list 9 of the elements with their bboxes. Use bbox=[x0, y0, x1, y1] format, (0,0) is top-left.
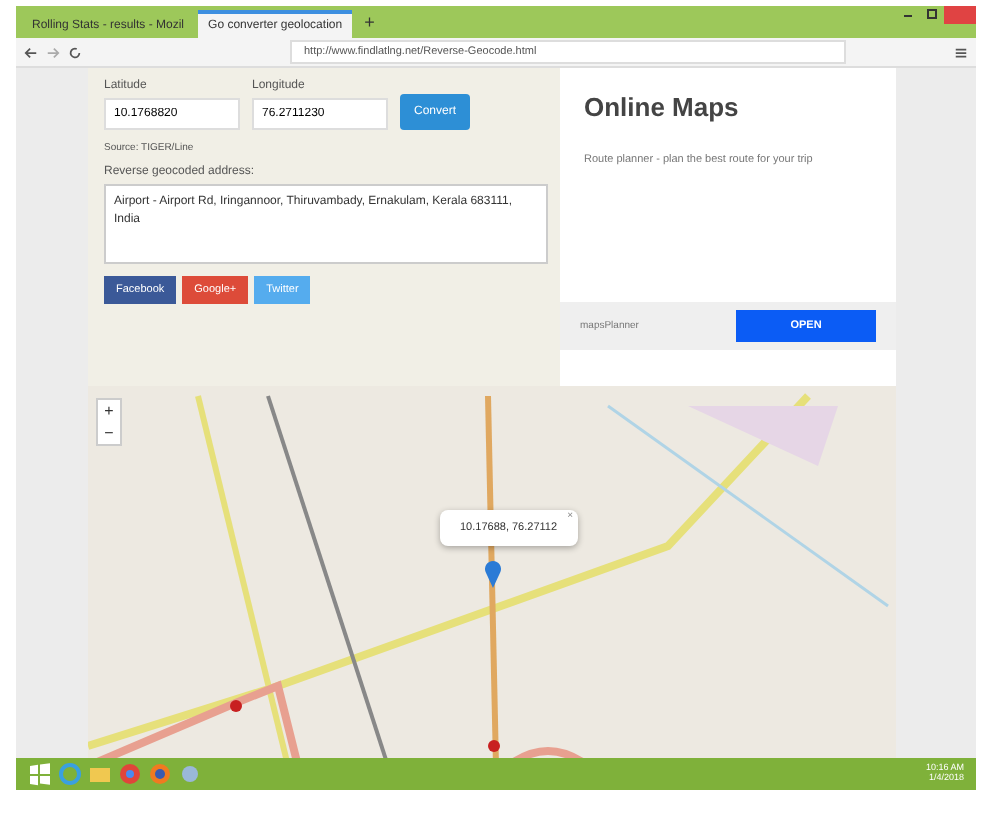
forward-icon[interactable] bbox=[46, 45, 60, 59]
ad-title: Online Maps bbox=[582, 90, 741, 122]
reload-icon[interactable] bbox=[68, 45, 82, 59]
folder-icon[interactable] bbox=[88, 762, 112, 786]
map-pin-icon[interactable] bbox=[484, 560, 502, 588]
menu-icon[interactable] bbox=[954, 45, 968, 59]
windows-logo-icon[interactable] bbox=[28, 762, 52, 786]
new-tab-button[interactable]: + bbox=[356, 12, 383, 32]
back-icon[interactable] bbox=[24, 45, 38, 59]
